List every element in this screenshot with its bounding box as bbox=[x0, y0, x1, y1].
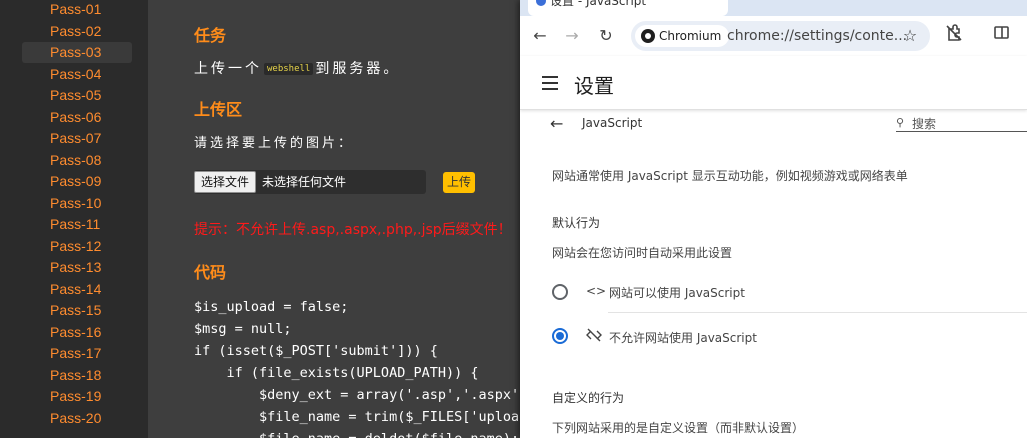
code-line: if (file_exists(UPLOAD_PATH)) { bbox=[194, 365, 479, 381]
task-text: 上传一个 webshell 到服务器。 bbox=[194, 58, 400, 78]
chrome-window: 设置 - JavaScript ← → ↻ Chromium chrome://… bbox=[520, 0, 1027, 438]
code-line: $file_name = deldot($file_name); bbox=[194, 428, 519, 438]
browser-toolbar: ← → ↻ Chromium chrome://settings/conte..… bbox=[520, 16, 1027, 56]
select-prompt: 请选择要上传的图片： bbox=[194, 136, 355, 151]
upload-button[interactable]: 上传 bbox=[443, 172, 475, 193]
side-panel-icon[interactable] bbox=[990, 24, 1014, 48]
screen: Pass-01 Pass-02 Pass-03 Pass-04 Pass-05 Pass-… bbox=[0, 0, 1027, 438]
sidebar-item-pass-06[interactable]: Pass-06 bbox=[22, 107, 132, 128]
back-arrow-icon[interactable]: ← bbox=[550, 114, 570, 134]
sidebar-item-pass-12[interactable]: Pass-12 bbox=[22, 236, 132, 257]
sidebar-item-pass-14[interactable]: Pass-14 bbox=[22, 279, 132, 300]
search-placeholder: 搜索 bbox=[912, 117, 937, 131]
bookmark-star-icon[interactable]: ☆ bbox=[898, 24, 922, 48]
sidebar-item-pass-05[interactable]: Pass-05 bbox=[22, 85, 132, 106]
js-description: 网站通常使用 JavaScript 显示互动功能，例如视频游戏或网络表单 bbox=[552, 169, 908, 183]
sidebar-item-pass-09[interactable]: Pass-09 bbox=[22, 171, 132, 192]
tab-title: 设置 - JavaScript bbox=[550, 0, 647, 8]
option-block-label[interactable]: 不允许网站使用 JavaScript bbox=[609, 329, 757, 346]
custom-behavior-heading: 自定义的行为 bbox=[552, 391, 625, 405]
settings-favicon-icon bbox=[536, 0, 546, 6]
divider bbox=[608, 312, 1027, 313]
sidebar-item-pass-16[interactable]: Pass-16 bbox=[22, 322, 132, 343]
code-line: $is_upload = false; bbox=[194, 299, 349, 315]
search-icon: ⚲ bbox=[896, 116, 905, 129]
sidebar-item-pass-20[interactable]: Pass-20 bbox=[22, 408, 132, 429]
chromium-logo-icon bbox=[641, 29, 655, 43]
pass-sidebar: Pass-01 Pass-02 Pass-03 Pass-04 Pass-05 Pass-… bbox=[0, 0, 148, 438]
sidebar-item-pass-10[interactable]: Pass-10 bbox=[22, 193, 132, 214]
sidebar-item-pass-17[interactable]: Pass-17 bbox=[22, 343, 132, 364]
code-line: $msg = null; bbox=[194, 321, 292, 337]
settings-title: 设置 bbox=[574, 74, 614, 98]
task-heading: 任务 bbox=[194, 26, 227, 45]
url-text[interactable]: chrome://settings/conte... bbox=[727, 21, 907, 51]
sidebar-item-pass-02[interactable]: Pass-02 bbox=[22, 21, 132, 42]
omnibox[interactable]: Chromium chrome://settings/conte... ☆ bbox=[631, 21, 930, 51]
webshell-code-chip: webshell bbox=[264, 63, 314, 75]
task-text-after: 到服务器。 bbox=[315, 61, 401, 77]
tab-strip: 设置 - JavaScript bbox=[520, 0, 1027, 16]
choose-file-button[interactable]: 选择文件 bbox=[194, 171, 257, 193]
code-heading: 代码 bbox=[194, 263, 227, 282]
radio-block-js[interactable] bbox=[552, 328, 568, 344]
chip-label: Chromium bbox=[659, 29, 722, 43]
sidebar-item-pass-07[interactable]: Pass-07 bbox=[22, 128, 132, 149]
option-allow-label[interactable]: 网站可以使用 JavaScript bbox=[609, 284, 745, 301]
custom-behavior-sub: 下列网站采用的是自定义设置（而非默认设置） bbox=[552, 421, 805, 435]
source-code-block: $is_upload = false; $msg = null; if (isset… bbox=[194, 296, 519, 438]
sidebar-item-pass-18[interactable]: Pass-18 bbox=[22, 365, 132, 386]
sidebar-item-pass-11[interactable]: Pass-11 bbox=[22, 214, 132, 235]
sidebar-item-pass-04[interactable]: Pass-04 bbox=[22, 64, 132, 85]
upload-hint: 提示：不允许上传.asp,.aspx,.php,.jsp后缀文件！ bbox=[194, 222, 512, 238]
upload-labs-content: 任务 上传一个 webshell 到服务器。 上传区 请选择要上传的图片： 选择文件… bbox=[148, 0, 520, 438]
search-input[interactable]: ⚲ 搜索 bbox=[896, 114, 1027, 132]
page-title: JavaScript bbox=[582, 116, 643, 130]
sidebar-item-pass-19[interactable]: Pass-19 bbox=[22, 386, 132, 407]
tab-settings[interactable]: 设置 - JavaScript bbox=[528, 0, 728, 16]
code-off-icon bbox=[586, 328, 602, 345]
extensions-icon[interactable] bbox=[942, 24, 966, 48]
task-text-before: 上传一个 bbox=[194, 61, 262, 77]
chromium-chip[interactable]: Chromium bbox=[635, 25, 730, 47]
sidebar-item-pass-15[interactable]: Pass-15 bbox=[22, 300, 132, 321]
sidebar-item-pass-13[interactable]: Pass-13 bbox=[22, 257, 132, 278]
menu-icon[interactable] bbox=[540, 72, 562, 94]
code-brackets-icon: <> bbox=[586, 284, 607, 298]
sidebar-item-pass-01[interactable]: Pass-01 bbox=[22, 0, 132, 20]
upload-heading: 上传区 bbox=[194, 100, 243, 119]
no-file-text: 未选择任何文件 bbox=[262, 175, 347, 189]
default-behavior-sub: 网站会在您访问时自动采用此设置 bbox=[552, 246, 733, 260]
back-icon[interactable]: ← bbox=[528, 24, 552, 48]
code-line: $deny_ext = array('.asp','.aspx' bbox=[194, 387, 520, 403]
settings-header: 设置 bbox=[520, 56, 1027, 110]
forward-icon[interactable]: → bbox=[560, 24, 584, 48]
radio-allow-js[interactable] bbox=[552, 284, 568, 300]
sidebar-item-pass-03[interactable]: Pass-03 bbox=[22, 42, 132, 63]
sidebar-item-pass-08[interactable]: Pass-08 bbox=[22, 150, 132, 171]
default-behavior-heading: 默认行为 bbox=[552, 216, 601, 230]
file-input[interactable]: 选择文件 未选择任何文件 bbox=[194, 170, 426, 194]
code-line: $file_name = trim($_FILES['uploa bbox=[194, 409, 520, 425]
reload-icon[interactable]: ↻ bbox=[594, 24, 618, 48]
code-line: if (isset($_POST['submit'])) { bbox=[194, 343, 438, 359]
